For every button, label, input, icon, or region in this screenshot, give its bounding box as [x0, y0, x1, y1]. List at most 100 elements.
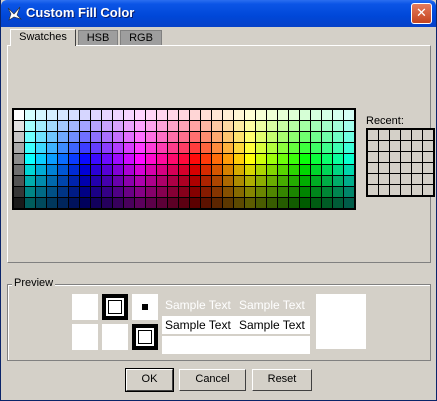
swatch-cell[interactable]: [80, 187, 90, 197]
swatch-cell[interactable]: [344, 110, 354, 120]
swatch-cell[interactable]: [179, 198, 189, 208]
swatch-cell[interactable]: [80, 176, 90, 186]
swatch-cell[interactable]: [102, 154, 112, 164]
swatch-cell[interactable]: [168, 176, 178, 186]
swatch-cell[interactable]: [102, 187, 112, 197]
swatch-cell[interactable]: [168, 187, 178, 197]
recent-swatch-cell[interactable]: [379, 163, 389, 173]
recent-swatch-cell[interactable]: [412, 152, 422, 162]
swatch-cell[interactable]: [47, 198, 57, 208]
swatch-cell[interactable]: [69, 143, 79, 153]
swatch-cell[interactable]: [80, 198, 90, 208]
swatch-cell[interactable]: [47, 154, 57, 164]
swatch-cell[interactable]: [113, 132, 123, 142]
swatch-cell[interactable]: [146, 187, 156, 197]
close-button[interactable]: ✕: [411, 3, 432, 24]
swatch-cell[interactable]: [102, 110, 112, 120]
swatch-cell[interactable]: [124, 198, 134, 208]
recent-swatch-cell[interactable]: [423, 163, 433, 173]
swatch-cell[interactable]: [223, 176, 233, 186]
swatch-cell[interactable]: [223, 154, 233, 164]
recent-swatch-cell[interactable]: [368, 185, 378, 195]
swatch-cell[interactable]: [300, 132, 310, 142]
swatch-cell[interactable]: [14, 154, 24, 164]
swatch-cell[interactable]: [201, 198, 211, 208]
swatch-cell[interactable]: [102, 132, 112, 142]
recent-swatch-cell[interactable]: [390, 185, 400, 195]
swatch-cell[interactable]: [311, 110, 321, 120]
swatch-cell[interactable]: [47, 143, 57, 153]
swatch-cell[interactable]: [311, 143, 321, 153]
swatch-cell[interactable]: [102, 176, 112, 186]
swatch-cell[interactable]: [212, 132, 222, 142]
swatch-cell[interactable]: [223, 143, 233, 153]
swatch-cell[interactable]: [80, 143, 90, 153]
swatch-cell[interactable]: [234, 143, 244, 153]
swatch-cell[interactable]: [245, 198, 255, 208]
swatch-cell[interactable]: [322, 187, 332, 197]
swatch-cell[interactable]: [179, 110, 189, 120]
swatch-cell[interactable]: [201, 187, 211, 197]
swatch-cell[interactable]: [113, 154, 123, 164]
swatch-cell[interactable]: [179, 176, 189, 186]
recent-swatch-cell[interactable]: [401, 141, 411, 151]
reset-button[interactable]: Reset: [252, 369, 312, 391]
swatch-cell[interactable]: [245, 187, 255, 197]
recent-swatch-cell[interactable]: [390, 152, 400, 162]
swatch-cell[interactable]: [102, 121, 112, 131]
swatch-cell[interactable]: [14, 176, 24, 186]
swatch-cell[interactable]: [190, 154, 200, 164]
swatch-cell[interactable]: [289, 165, 299, 175]
swatch-cell[interactable]: [157, 187, 167, 197]
recent-swatch-cell[interactable]: [423, 141, 433, 151]
swatch-cell[interactable]: [256, 154, 266, 164]
swatch-cell[interactable]: [47, 121, 57, 131]
swatch-cell[interactable]: [311, 154, 321, 164]
swatch-cell[interactable]: [256, 132, 266, 142]
swatch-cell[interactable]: [146, 110, 156, 120]
swatch-cell[interactable]: [102, 165, 112, 175]
swatch-cell[interactable]: [234, 187, 244, 197]
swatch-cell[interactable]: [157, 198, 167, 208]
recent-swatch-cell[interactable]: [412, 185, 422, 195]
swatch-cell[interactable]: [91, 121, 101, 131]
recent-swatch-cell[interactable]: [368, 141, 378, 151]
swatch-cell[interactable]: [344, 198, 354, 208]
swatch-cell[interactable]: [201, 165, 211, 175]
swatch-cell[interactable]: [267, 165, 277, 175]
swatch-cell[interactable]: [223, 187, 233, 197]
swatch-cell[interactable]: [300, 165, 310, 175]
swatch-cell[interactable]: [344, 165, 354, 175]
recent-swatch-cell[interactable]: [401, 163, 411, 173]
swatch-cell[interactable]: [212, 165, 222, 175]
swatch-cell[interactable]: [278, 176, 288, 186]
swatch-cell[interactable]: [146, 198, 156, 208]
swatch-cell[interactable]: [311, 132, 321, 142]
swatch-cell[interactable]: [179, 154, 189, 164]
swatch-cell[interactable]: [36, 143, 46, 153]
swatch-cell[interactable]: [69, 165, 79, 175]
swatch-cell[interactable]: [113, 176, 123, 186]
swatch-cell[interactable]: [190, 110, 200, 120]
swatch-cell[interactable]: [344, 176, 354, 186]
swatch-cell[interactable]: [300, 121, 310, 131]
swatch-cell[interactable]: [190, 198, 200, 208]
swatch-cell[interactable]: [245, 165, 255, 175]
swatch-cell[interactable]: [69, 176, 79, 186]
recent-swatch-cell[interactable]: [390, 130, 400, 140]
swatch-cell[interactable]: [102, 143, 112, 153]
swatch-cell[interactable]: [234, 110, 244, 120]
swatch-cell[interactable]: [344, 154, 354, 164]
swatch-cell[interactable]: [311, 187, 321, 197]
cancel-button[interactable]: Cancel: [179, 369, 246, 391]
swatch-cell[interactable]: [212, 187, 222, 197]
swatch-cell[interactable]: [212, 154, 222, 164]
recent-swatch-cell[interactable]: [423, 185, 433, 195]
swatch-cell[interactable]: [91, 154, 101, 164]
swatch-cell[interactable]: [179, 132, 189, 142]
swatch-cell[interactable]: [168, 121, 178, 131]
swatch-cell[interactable]: [157, 154, 167, 164]
swatch-cell[interactable]: [245, 132, 255, 142]
swatch-cell[interactable]: [80, 165, 90, 175]
swatch-cell[interactable]: [47, 110, 57, 120]
